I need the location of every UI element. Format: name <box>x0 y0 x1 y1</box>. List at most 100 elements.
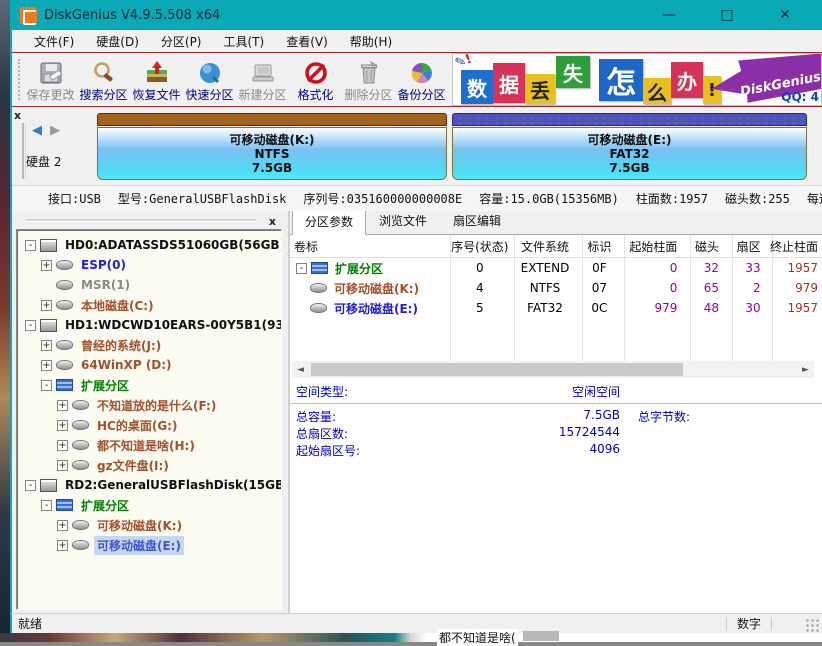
tree-item-label: RD2:GeneralUSBFlashDisk(15GB) <box>62 477 282 493</box>
tree-item-h[interactable]: +都不知道是啥(H:) <box>17 435 281 455</box>
tree-item-f[interactable]: +不知道放的是什么(F:) <box>17 395 281 415</box>
scroll-right-arrow-icon[interactable]: ► <box>797 365 814 375</box>
disk-capacity: 容量:15.0GB(15356MB) <box>479 190 619 207</box>
tab-partition-params[interactable]: 分区参数 <box>292 211 366 235</box>
search-partition-button[interactable]: 搜索分区 <box>77 53 130 106</box>
drive-icon <box>56 360 73 370</box>
ad-banner[interactable]: ✎! 数 据 丢 失 怎 么 办 ! DiskGenius团队 QQ: 4 <box>452 53 822 106</box>
logical-strip <box>452 113 807 126</box>
pen-icon: ✎! <box>453 53 474 71</box>
partition-box-k[interactable]: 可移动磁盘(K:) NTFS 7.5GB <box>97 113 447 181</box>
drive-icon <box>56 340 73 350</box>
tree-item-e-selected[interactable]: +可移动磁盘(E:) <box>17 535 281 555</box>
close-icon[interactable]: x <box>269 215 276 228</box>
statusbar: 就绪 数字 <box>10 613 822 633</box>
expander-icon[interactable]: - <box>296 263 307 274</box>
table-row-k[interactable]: 可移动磁盘(K:) 4 NTFS 07 0 65 2 979 <box>290 278 822 298</box>
expander-icon[interactable]: + <box>57 400 68 411</box>
partition-box-e[interactable]: 可移动磁盘(E:) FAT32 7.5GB <box>452 113 807 181</box>
expander-icon[interactable]: - <box>41 380 52 391</box>
maximize-button[interactable]: □ <box>698 0 756 30</box>
drive-icon <box>310 283 327 293</box>
recover-files-button[interactable]: 恢复文件 <box>130 53 183 106</box>
menu-partition[interactable]: 分区(P) <box>151 31 212 52</box>
backup-partition-button[interactable]: 备份分区 <box>395 53 448 106</box>
format-button[interactable]: 格式化 <box>289 53 342 106</box>
panel-drag-handle[interactable] <box>26 219 256 222</box>
tree-item-local-c[interactable]: +本地磁盘(C:) <box>17 295 281 315</box>
close-button[interactable]: ✕ <box>756 0 814 30</box>
backup-partition-icon <box>409 60 435 86</box>
expander-icon[interactable]: + <box>41 300 52 311</box>
drive-icon <box>72 460 89 470</box>
expander-icon[interactable]: - <box>25 480 36 491</box>
tree-item-j[interactable]: + 曾经的系统(J:) <box>17 335 281 355</box>
menu-file[interactable]: 文件(F) <box>24 31 84 52</box>
expander-icon[interactable]: + <box>41 260 52 271</box>
minimize-button[interactable]: — <box>640 0 698 30</box>
h-scrollbar[interactable]: ◄ ► <box>292 361 814 378</box>
expander-icon[interactable]: + <box>57 540 68 551</box>
tree-item-label: 曾经的系统(J:) <box>78 336 164 355</box>
next-disk-arrow-icon[interactable]: ▶ <box>50 123 60 138</box>
col-head: 磁头 <box>685 238 727 255</box>
menu-help[interactable]: 帮助(H) <box>340 31 402 52</box>
tree-item-k[interactable]: + 可移动磁盘(K:) <box>17 515 281 535</box>
tree-item-g[interactable]: + HC的桌面(G:) <box>17 415 281 435</box>
tree-item-extended-1[interactable]: -扩展分区 <box>17 375 281 395</box>
menu-tools[interactable]: 工具(T) <box>214 31 275 52</box>
desktop-background-left <box>0 0 10 642</box>
expander-icon[interactable]: + <box>57 460 68 471</box>
disk-interface: 接口:USB <box>48 190 101 207</box>
tree-item-label: 可移动磁盘(K:) <box>94 516 185 535</box>
expander-icon[interactable]: + <box>57 440 68 451</box>
tree-item-i[interactable]: +gz文件盘(I:) <box>17 455 281 475</box>
scrollbar-thumb[interactable] <box>311 363 683 376</box>
disk-icon <box>40 239 57 252</box>
tree-item-extended-2[interactable]: - 扩展分区 <box>17 495 281 515</box>
detail-tabs: 分区参数 浏览文件 扇区编辑 <box>290 211 822 235</box>
resize-grip[interactable] <box>806 619 820 633</box>
expander-icon[interactable]: + <box>57 420 68 431</box>
tree-item-d[interactable]: +64WinXP (D:) <box>17 355 281 375</box>
expander-icon[interactable]: - <box>41 500 52 511</box>
tree-item-esp[interactable]: +ESP(0) <box>17 255 281 275</box>
tab-sector-edit[interactable]: 扇区编辑 <box>440 211 514 234</box>
menu-view[interactable]: 查看(V) <box>276 31 338 52</box>
table-row-e[interactable]: 可移动磁盘(E:) 5 FAT32 0C 979 48 30 1957 <box>290 298 822 318</box>
delete-partition-button[interactable]: 删除分区 <box>342 53 395 106</box>
tree-item-label: HC的桌面(G:) <box>94 416 180 435</box>
quick-partition-button[interactable]: 快速分区 <box>183 53 236 106</box>
expander-icon[interactable]: + <box>57 520 68 531</box>
toolbar-drag-handle[interactable] <box>18 59 22 100</box>
drive-icon <box>310 303 327 313</box>
menu-disk[interactable]: 硬盘(D) <box>86 31 149 52</box>
tree-item-label: 扩展分区 <box>78 496 132 515</box>
divider <box>290 403 822 404</box>
quick-partition-icon <box>197 60 223 86</box>
tree-item-rd2[interactable]: - RD2:GeneralUSBFlashDisk(15GB) <box>17 475 281 495</box>
tree-item-hd1[interactable]: -HD1:WDCWD10EARS-00Y5B1(932GB) <box>17 315 281 335</box>
total-capacity-value: 7.5GB <box>290 408 620 422</box>
tab-browse-files[interactable]: 浏览文件 <box>366 211 440 234</box>
expander-icon[interactable]: - <box>25 320 36 331</box>
expander-icon[interactable]: + <box>41 340 52 351</box>
panel-close-icon[interactable]: x <box>14 109 21 122</box>
save-changes-button[interactable]: 保存更改 <box>24 53 77 106</box>
drive-icon <box>72 400 89 410</box>
disk-model: 型号:GeneralUSBFlashDisk <box>118 190 287 207</box>
new-partition-button[interactable]: 新建分区 <box>236 53 289 106</box>
expander-icon[interactable]: + <box>41 360 52 371</box>
panel-drag-handle[interactable] <box>22 123 26 179</box>
tree-item-msr[interactable]: MSR(1) <box>17 275 281 295</box>
scroll-left-arrow-icon[interactable]: ◄ <box>292 365 309 375</box>
tree-item-hd0[interactable]: -HD0:ADATASSDS51060GB(56GB) <box>17 235 281 255</box>
total-sectors-value: 15724544 <box>290 425 620 439</box>
expander-icon[interactable]: - <box>25 240 36 251</box>
table-row-extended[interactable]: -扩展分区 0 EXTEND 0F 0 32 33 1957 <box>290 258 822 278</box>
prev-disk-arrow-icon[interactable]: ◀ <box>32 123 42 138</box>
partition-size: 7.5GB <box>609 161 649 175</box>
expander-icon[interactable] <box>41 280 52 291</box>
disk-icon <box>40 479 57 492</box>
qq-contact: QQ: 4 <box>781 90 819 104</box>
